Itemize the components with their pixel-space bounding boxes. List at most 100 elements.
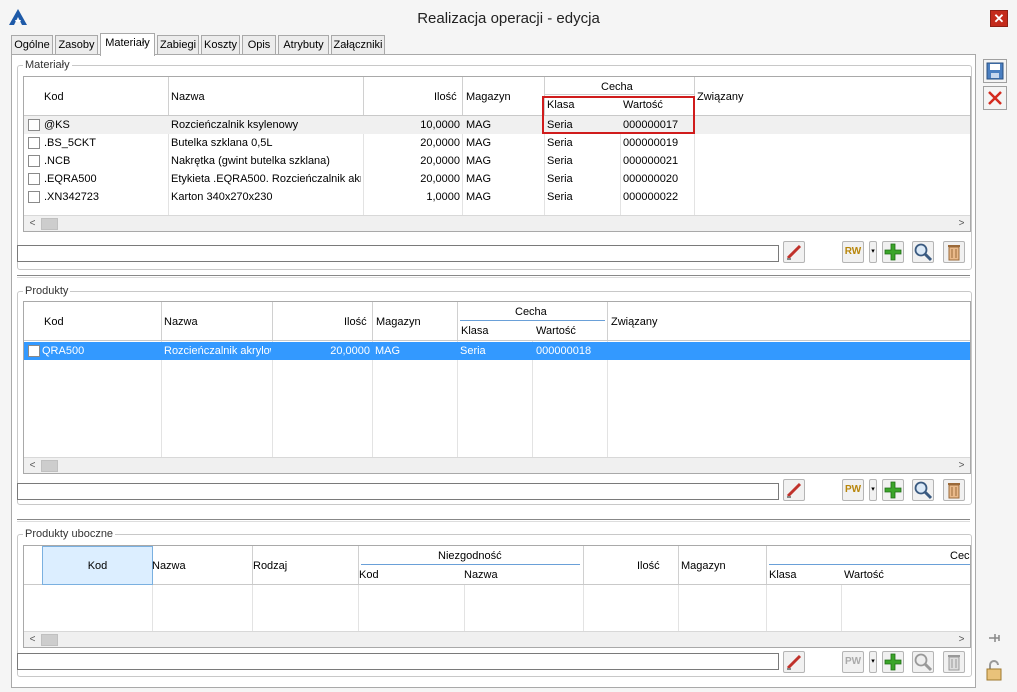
- tab-opis[interactable]: Opis: [242, 35, 276, 55]
- scroll-left-arrow-icon[interactable]: <: [24, 458, 41, 473]
- col-rodzaj[interactable]: Rodzaj: [253, 560, 287, 572]
- produkty-filter-input[interactable]: [17, 483, 779, 500]
- trash-icon: [948, 245, 960, 261]
- col-zwiazany[interactable]: Związany: [697, 91, 743, 103]
- col-klasa[interactable]: Klasa: [461, 325, 489, 337]
- materialy-clear-filter-button[interactable]: [783, 241, 805, 263]
- col-magazyn[interactable]: Magazyn: [681, 560, 726, 572]
- cell-ilosc: 20,0000: [420, 173, 460, 185]
- produkty-delete-button[interactable]: [943, 479, 965, 501]
- cell-nazwa: Butelka szklana 0,5L: [171, 137, 273, 149]
- pin-button[interactable]: [983, 627, 1007, 651]
- table-row[interactable]: .NCB Nakrętka (gwint butelka szklana) 20…: [24, 152, 970, 170]
- trash-icon: [948, 483, 960, 499]
- produkty-hscrollbar[interactable]: < >: [24, 457, 970, 473]
- row-checkbox[interactable]: [28, 173, 40, 185]
- cell-klasa: Seria: [547, 137, 573, 149]
- uboczne-delete-button[interactable]: [943, 651, 965, 673]
- highlight-box: [542, 96, 695, 134]
- materialy-hscrollbar[interactable]: < >: [24, 215, 970, 231]
- splitter[interactable]: [17, 275, 970, 278]
- uboczne-clear-filter-button[interactable]: [783, 651, 805, 673]
- row-checkbox[interactable]: [28, 345, 40, 357]
- produkty-clear-filter-button[interactable]: [783, 479, 805, 501]
- padlock-icon: [986, 660, 1002, 681]
- col-niezgodnosc-nazwa[interactable]: Nazwa: [464, 569, 498, 581]
- produkty-pw-dropdown[interactable]: ▾: [869, 479, 877, 501]
- materialy-rw-button[interactable]: RW: [842, 241, 864, 263]
- materialy-delete-button[interactable]: [943, 241, 965, 263]
- uboczne-grid[interactable]: Kod Nazwa Rodzaj Niezgodność Kod Nazwa I…: [23, 545, 971, 648]
- cell-ilosc: 20,0000: [330, 345, 370, 357]
- uboczne-add-button[interactable]: [882, 651, 904, 673]
- col-magazyn[interactable]: Magazyn: [466, 91, 511, 103]
- uboczne-pw-dropdown[interactable]: ▾: [869, 651, 877, 673]
- col-nazwa[interactable]: Nazwa: [164, 316, 198, 328]
- col-ilosc[interactable]: Ilość: [637, 560, 660, 572]
- scroll-thumb[interactable]: [41, 460, 58, 472]
- uboczne-filter-input[interactable]: [17, 653, 779, 670]
- col-zwiazany[interactable]: Związany: [611, 316, 657, 328]
- close-button[interactable]: ✕: [990, 10, 1008, 27]
- table-row[interactable]: .BS_5CKT Butelka szklana 0,5L 20,0000 MA…: [24, 134, 970, 152]
- scroll-thumb[interactable]: [41, 634, 58, 646]
- scroll-right-arrow-icon[interactable]: >: [953, 216, 970, 231]
- pin-icon: [989, 634, 1000, 642]
- materialy-grid[interactable]: Kod Nazwa Ilość Magazyn Cecha Klasa Wart…: [23, 76, 971, 232]
- scroll-left-arrow-icon[interactable]: <: [24, 216, 41, 231]
- cell-magazyn: MAG: [466, 173, 492, 185]
- col-ilosc[interactable]: Ilość: [344, 316, 367, 328]
- cell-klasa: Seria: [547, 155, 573, 167]
- col-wartosc[interactable]: Wartość: [536, 325, 576, 337]
- tab-ogolne[interactable]: Ogólne: [11, 35, 53, 55]
- produkty-pw-button[interactable]: PW: [842, 479, 864, 501]
- table-row[interactable]: .EQRA500 Etykieta .EQRA500. Rozcieńczaln…: [24, 170, 970, 188]
- uboczne-search-button[interactable]: [912, 651, 934, 673]
- col-niezgodnosc-kod[interactable]: Kod: [359, 569, 379, 581]
- col-cecha: Cecha: [515, 306, 547, 318]
- col-ilosc[interactable]: Ilość: [434, 91, 457, 103]
- row-checkbox[interactable]: [28, 155, 40, 167]
- splitter[interactable]: [17, 519, 970, 522]
- table-row[interactable]: @KS Rozcieńczalnik ksylenowy 10,0000 MAG…: [24, 116, 970, 134]
- cell-magazyn: MAG: [466, 155, 492, 167]
- col-wartosc[interactable]: Wartość: [844, 569, 884, 581]
- materialy-filter-input[interactable]: [17, 245, 779, 262]
- col-kod-header[interactable]: Kod: [42, 546, 153, 585]
- row-checkbox[interactable]: [28, 119, 40, 131]
- row-checkbox[interactable]: [28, 137, 40, 149]
- col-nazwa[interactable]: Nazwa: [152, 560, 186, 572]
- col-kod[interactable]: Kod: [44, 316, 64, 328]
- tab-zalaczniki[interactable]: Załączniki: [331, 35, 385, 55]
- scroll-thumb[interactable]: [41, 218, 58, 230]
- uboczne-hscrollbar[interactable]: < >: [24, 631, 970, 647]
- produkty-grid[interactable]: Kod Nazwa Ilość Magazyn Cecha Klasa Wart…: [23, 301, 971, 474]
- col-kod[interactable]: Kod: [44, 91, 64, 103]
- lock-button[interactable]: [983, 658, 1007, 682]
- materialy-rw-dropdown[interactable]: ▾: [869, 241, 877, 263]
- table-row-selected[interactable]: QRA500 Rozcieńczalnik akrylow 20,0000 MA…: [24, 342, 970, 360]
- uboczne-pw-button[interactable]: PW: [842, 651, 864, 673]
- col-magazyn[interactable]: Magazyn: [376, 316, 421, 328]
- table-row[interactable]: .XN342723 Karton 340x270x230 1,0000 MAG …: [24, 188, 970, 206]
- produkty-add-button[interactable]: [882, 479, 904, 501]
- clear-filter-icon: [786, 654, 802, 670]
- col-klasa[interactable]: Klasa: [769, 569, 797, 581]
- produkty-search-button[interactable]: [912, 479, 934, 501]
- tab-zasoby[interactable]: Zasoby: [55, 35, 98, 55]
- uboczne-section-title: Produkty uboczne: [23, 528, 116, 540]
- col-nazwa[interactable]: Nazwa: [171, 91, 205, 103]
- cancel-button[interactable]: [983, 86, 1007, 110]
- scroll-right-arrow-icon[interactable]: >: [953, 632, 970, 647]
- materialy-add-button[interactable]: [882, 241, 904, 263]
- tab-koszty[interactable]: Koszty: [201, 35, 240, 55]
- scroll-left-arrow-icon[interactable]: <: [24, 632, 41, 647]
- tab-zabiegi[interactable]: Zabiegi: [157, 35, 199, 55]
- materialy-search-button[interactable]: [912, 241, 934, 263]
- scroll-right-arrow-icon[interactable]: >: [953, 458, 970, 473]
- tab-materialy[interactable]: Materiały: [100, 33, 155, 56]
- save-button[interactable]: [983, 59, 1007, 83]
- tab-atrybuty[interactable]: Atrybuty: [278, 35, 329, 55]
- cell-nazwa: Rozcieńczalnik ksylenowy: [171, 119, 299, 131]
- row-checkbox[interactable]: [28, 191, 40, 203]
